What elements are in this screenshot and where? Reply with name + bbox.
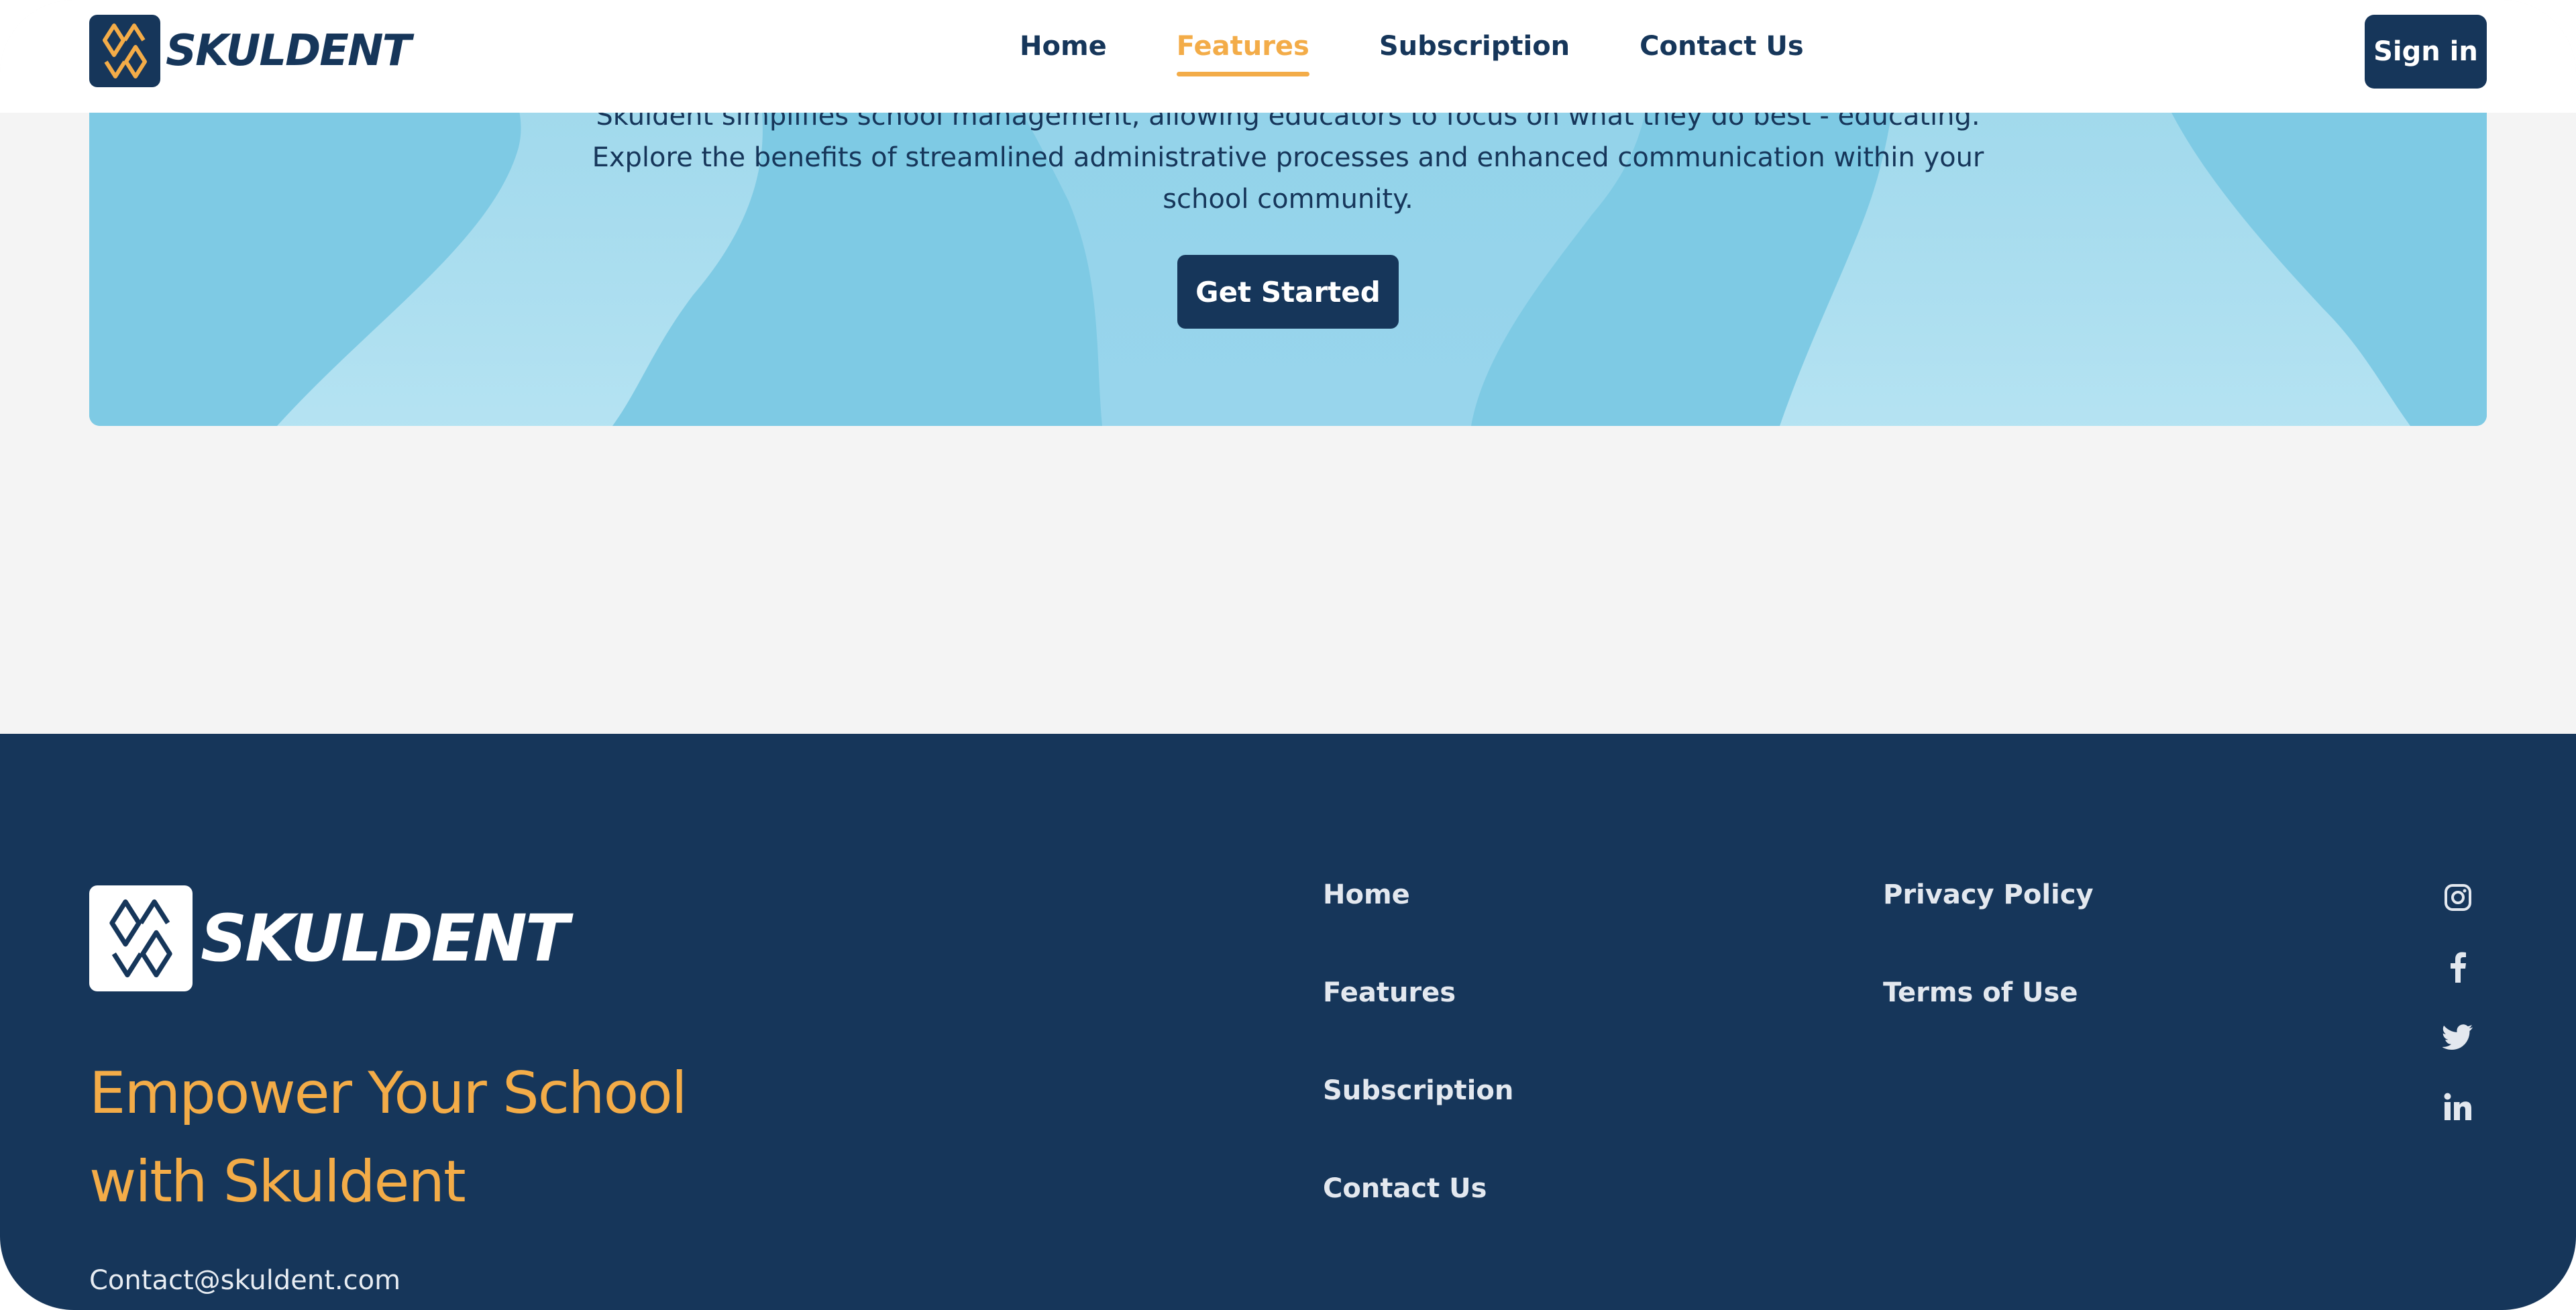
footer-link-subscription[interactable]: Subscription — [1323, 1075, 1513, 1107]
footer: SKULDENT Empower Your School with Skulde… — [0, 734, 2576, 1310]
top-navbar: SKULDENT Home Features Subscription Cont… — [0, 0, 2576, 113]
skuldent-logo-icon — [89, 885, 193, 991]
footer-legal-links: Privacy Policy Terms of Use — [1883, 879, 2094, 1009]
footer-link-privacy-policy[interactable]: Privacy Policy — [1883, 879, 2094, 911]
footer-link-features[interactable]: Features — [1323, 977, 1513, 1009]
footer-link-contact-us[interactable]: Contact Us — [1323, 1172, 1513, 1205]
facebook-icon[interactable] — [2440, 951, 2475, 983]
tagline-line: Empower Your School — [89, 1060, 688, 1127]
hero-description: Skuldent simplifies school management, a… — [89, 95, 2487, 220]
sign-in-button[interactable]: Sign in — [2365, 15, 2487, 89]
page: Skuldent simplifies school management, a… — [0, 0, 2576, 1310]
get-started-button[interactable]: Get Started — [1177, 255, 1399, 329]
contact-email-link[interactable]: Contact@skuldent.com — [89, 1265, 400, 1296]
brand-logo[interactable]: SKULDENT — [89, 14, 411, 88]
social-links — [2440, 881, 2475, 1123]
linkedin-icon[interactable] — [2440, 1091, 2475, 1123]
tagline-line: with Skuldent — [89, 1148, 466, 1215]
nav-contact-us[interactable]: Contact Us — [1640, 31, 1803, 62]
footer-brand-logo[interactable]: SKULDENT — [89, 885, 569, 991]
brand-name: SKULDENT — [166, 26, 411, 76]
hero-line: school community. — [1163, 184, 1413, 215]
nav-subscription[interactable]: Subscription — [1379, 31, 1570, 62]
nav-home[interactable]: Home — [1020, 31, 1107, 62]
main-nav: Home Features Subscription Contact Us — [1020, 31, 1804, 76]
instagram-icon[interactable] — [2440, 881, 2475, 914]
footer-nav-links: Home Features Subscription Contact Us — [1323, 879, 1513, 1205]
skuldent-logo-icon — [89, 15, 160, 87]
hero-line: Explore the benefits of streamlined admi… — [592, 142, 1984, 173]
hero-banner: Skuldent simplifies school management, a… — [89, 67, 2487, 426]
twitter-icon[interactable] — [2440, 1021, 2475, 1053]
nav-features[interactable]: Features — [1176, 31, 1309, 76]
footer-tagline: Empower Your School with Skuldent — [89, 1049, 688, 1226]
footer-link-terms-of-use[interactable]: Terms of Use — [1883, 977, 2094, 1009]
footer-brand-name: SKULDENT — [201, 901, 569, 976]
footer-link-home[interactable]: Home — [1323, 879, 1513, 911]
